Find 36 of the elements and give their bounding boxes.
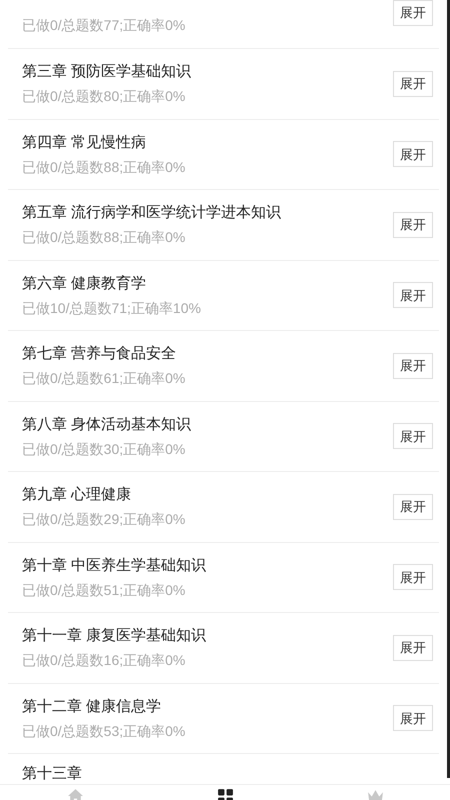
chapter-title: 第十二章 健康信息学 <box>22 696 162 717</box>
chapter-stats: 已做0/总题数88;正确率0% <box>22 228 186 248</box>
expand-button[interactable]: 展开 <box>393 212 433 238</box>
expand-button[interactable]: 展开 <box>393 564 433 590</box>
chapter-title: 第五章 流行病学和医学统计学进本知识 <box>22 203 282 224</box>
chapter-stats: 已做0/总题数61;正确率0% <box>22 369 186 388</box>
chapter-stats: 已做10/总题数71;正确率10% <box>22 298 201 318</box>
home-icon[interactable] <box>66 788 84 800</box>
chapter-title: 第八章 身体活动基本知识 <box>22 414 192 435</box>
chapter-title: 第十三章 <box>22 764 82 784</box>
chapter-title: 第六章 健康教育学 <box>22 274 148 294</box>
chapter-title: 第九章 心理健康 <box>22 485 132 506</box>
expand-button[interactable]: 展开 <box>393 634 433 661</box>
chapter-stats: 已做0/总题数88;正确率0% <box>22 158 186 177</box>
expand-button[interactable]: 展开 <box>393 705 433 732</box>
chapter-title: 第十章 中医养生学基础知识 <box>22 556 206 576</box>
expand-button[interactable]: 展开 <box>393 352 433 379</box>
chapter-stats: 已做0/总题数30;正确率0% <box>22 440 186 459</box>
chapter-title: 第七章 营养与食品安全 <box>22 344 178 364</box>
chapter-title: 第三章 预防医学基础知识 <box>22 62 192 82</box>
grid-icon[interactable] <box>216 788 234 800</box>
chapter-stats: 已做0/总题数80;正确率0% <box>22 87 186 106</box>
chapter-stats: 已做0/总题数29;正确率0% <box>22 510 186 530</box>
expand-button[interactable]: 展开 <box>393 282 433 308</box>
expand-button[interactable]: 展开 <box>393 141 433 168</box>
expand-button[interactable]: 展开 <box>393 423 433 450</box>
expand-button[interactable]: 展开 <box>393 0 433 26</box>
chapter-title: 第十一章 康复医学基础知识 <box>22 626 206 646</box>
expand-button[interactable]: 展开 <box>393 70 433 97</box>
expand-button[interactable]: 展开 <box>393 494 433 520</box>
chapter-stats: 已做0/总题数51;正确率0% <box>22 580 186 600</box>
crown-icon[interactable] <box>366 788 384 800</box>
chapter-title: 第四章 常见慢性病 <box>22 132 148 153</box>
chapter-stats: 已做0/总题数16;正确率0% <box>22 651 186 670</box>
chapter-stats: 已做0/总题数77;正确率0% <box>22 16 186 36</box>
chapter-stats: 已做0/总题数53;正确率0% <box>22 722 186 741</box>
